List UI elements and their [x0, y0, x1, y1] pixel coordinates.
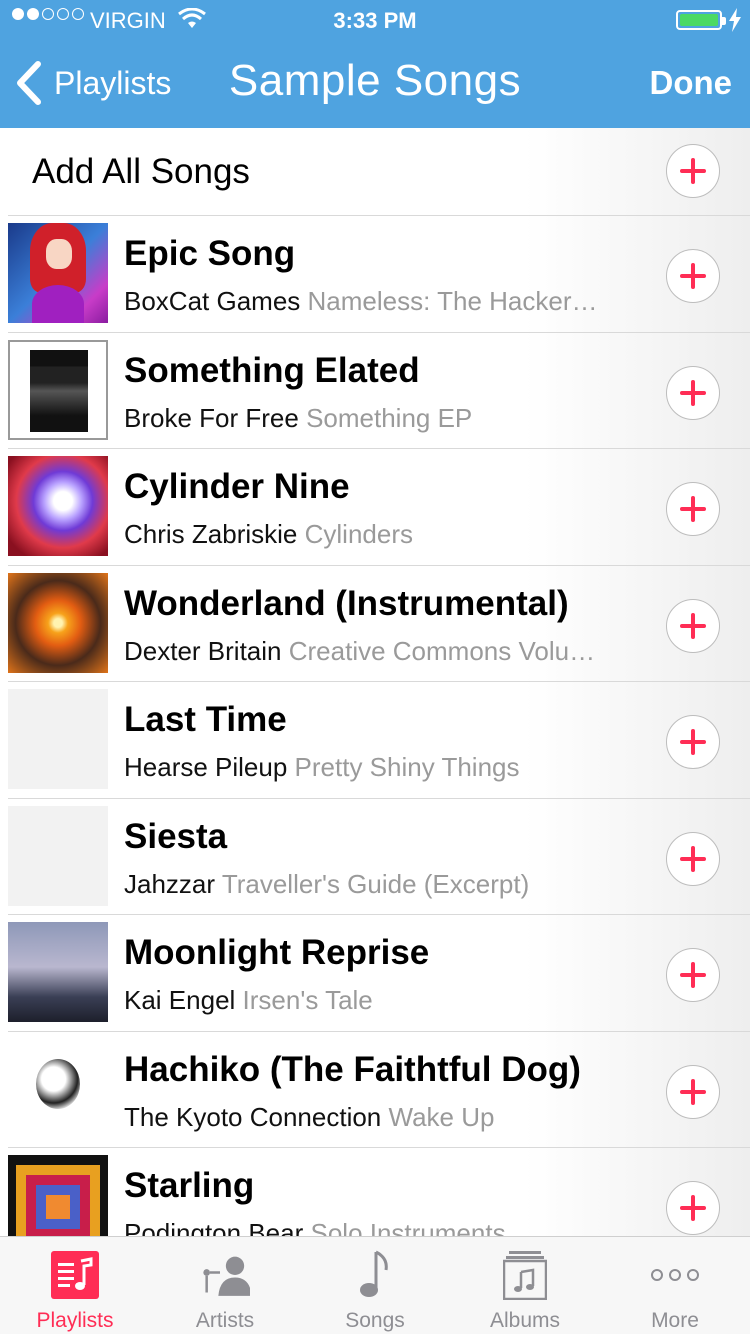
song-subtitle: Jahzzar Traveller's Guide (Excerpt): [124, 869, 654, 900]
song-artist: Jahzzar: [124, 868, 216, 899]
song-row[interactable]: Hachiko (The Faithtful Dog) The Kyoto Co…: [8, 1032, 750, 1148]
status-time: 3:33 PM: [333, 8, 417, 33]
charging-bolt-icon: [729, 8, 741, 32]
song-album: Cylinders: [304, 519, 413, 549]
album-art: [8, 1155, 108, 1236]
song-subtitle: Kai Engel Irsen's Tale: [124, 985, 654, 1016]
add-all-songs-row[interactable]: Add All Songs: [8, 128, 750, 216]
add-song-button[interactable]: [666, 598, 720, 653]
song-subtitle: Hearse Pileup Pretty Shiny Things: [124, 752, 654, 783]
song-title: Something Elated: [124, 350, 420, 390]
song-subtitle: Broke For Free Something EP: [124, 403, 654, 434]
more-icon: [650, 1249, 700, 1301]
tab-songs[interactable]: Songs: [300, 1237, 450, 1334]
add-all-songs-button[interactable]: [666, 144, 720, 198]
album-art: [8, 456, 108, 556]
status-bar: VIRGIN 3:33 PM: [0, 0, 750, 40]
song-subtitle: Chris Zabriskie Cylinders: [124, 519, 654, 550]
song-title: Wonderland (Instrumental): [124, 583, 569, 623]
done-button[interactable]: Done: [650, 64, 733, 102]
song-album: Something EP: [306, 402, 473, 433]
song-subtitle: The Kyoto Connection Wake Up: [124, 1102, 654, 1133]
tab-more[interactable]: More: [600, 1237, 750, 1334]
add-song-button[interactable]: [666, 1181, 720, 1235]
song-album: Solo Instruments: [310, 1218, 506, 1236]
album-art: [8, 922, 108, 1022]
tab-playlists[interactable]: Playlists: [0, 1237, 150, 1334]
tab-artists[interactable]: Artists: [150, 1237, 300, 1334]
song-subtitle: Podington Bear Solo Instruments: [124, 1218, 654, 1236]
song-album: Nameless: The Hacker…: [307, 286, 598, 316]
tab-bar: Playlists Artists Songs Albums More: [0, 1236, 750, 1334]
song-title: Hachiko (The Faithtful Dog): [124, 1049, 581, 1089]
add-song-button[interactable]: [666, 249, 720, 303]
song-artist: Broke For Free: [124, 402, 299, 433]
add-song-button[interactable]: [666, 482, 720, 536]
song-artist: Dexter Britain: [124, 635, 282, 666]
song-row[interactable]: Epic Song BoxCat Games Nameless: The Hac…: [8, 216, 750, 333]
tab-label: Albums: [489, 1309, 561, 1332]
song-row[interactable]: Cylinder Nine Chris Zabriskie Cylinders: [8, 449, 750, 566]
album-art: [8, 339, 108, 440]
tab-label: Artists: [195, 1309, 255, 1332]
song-artist: Podington Bear: [124, 1218, 304, 1236]
song-artist: Chris Zabriskie: [124, 519, 298, 549]
song-title: Last Time: [124, 700, 287, 739]
add-song-button[interactable]: [666, 1064, 720, 1119]
song-artist: BoxCat Games: [124, 286, 301, 316]
song-subtitle: BoxCat Games Nameless: The Hacker…: [124, 286, 654, 317]
album-art: [8, 1038, 108, 1139]
album-art: [8, 572, 108, 673]
tab-label: Songs: [345, 1309, 405, 1332]
song-list[interactable]: Add All Songs Epic Song BoxCat Games Nam…: [0, 128, 750, 1236]
album-art: [8, 689, 108, 789]
tab-label: More: [651, 1309, 699, 1332]
song-row[interactable]: Moonlight Reprise Kai Engel Irsen's Tale: [8, 915, 750, 1032]
song-subtitle: Dexter Britain Creative Commons Volu…: [124, 636, 654, 667]
song-row[interactable]: Siesta Jahzzar Traveller's Guide (Excerp…: [8, 799, 750, 915]
song-title: Epic Song: [124, 234, 296, 273]
song-album: Traveller's Guide (Excerpt): [221, 868, 530, 899]
song-album: Wake Up: [388, 1101, 495, 1132]
page-title: Sample Songs: [228, 56, 522, 105]
song-title: Starling: [124, 1166, 255, 1205]
add-song-button[interactable]: [666, 831, 720, 886]
add-song-button[interactable]: [666, 365, 720, 420]
battery-icon: [676, 10, 726, 30]
add-all-songs-label: Add All Songs: [32, 152, 250, 191]
add-song-button[interactable]: [666, 948, 720, 1002]
song-album: Irsen's Tale: [242, 985, 373, 1015]
tab-label: Playlists: [36, 1309, 114, 1332]
navigation-header: VIRGIN 3:33 PM Playlists Sample Songs Do…: [0, 0, 750, 128]
song-title: Siesta: [124, 816, 228, 856]
playlists-icon: [50, 1249, 100, 1301]
song-title: Moonlight Reprise: [124, 933, 430, 972]
albums-icon: [500, 1249, 550, 1301]
song-album: Creative Commons Volu…: [288, 635, 596, 666]
song-artist: The Kyoto Connection: [124, 1101, 382, 1132]
tab-albums[interactable]: Albums: [450, 1237, 600, 1334]
song-row[interactable]: Something Elated Broke For Free Somethin…: [8, 333, 750, 449]
song-row[interactable]: Last Time Hearse Pileup Pretty Shiny Thi…: [8, 682, 750, 799]
song-row[interactable]: Starling Podington Bear Solo Instruments: [8, 1148, 750, 1236]
song-artist: Hearse Pileup: [124, 752, 288, 782]
song-album: Pretty Shiny Things: [294, 752, 520, 782]
add-song-button[interactable]: [666, 715, 720, 769]
album-art: [8, 223, 108, 323]
song-row[interactable]: Wonderland (Instrumental) Dexter Britain…: [8, 566, 750, 682]
song-artist: Kai Engel: [124, 985, 236, 1015]
album-art: [8, 805, 108, 906]
song-title: Cylinder Nine: [124, 467, 350, 506]
artists-icon: [200, 1249, 250, 1301]
songs-icon: [350, 1249, 400, 1301]
